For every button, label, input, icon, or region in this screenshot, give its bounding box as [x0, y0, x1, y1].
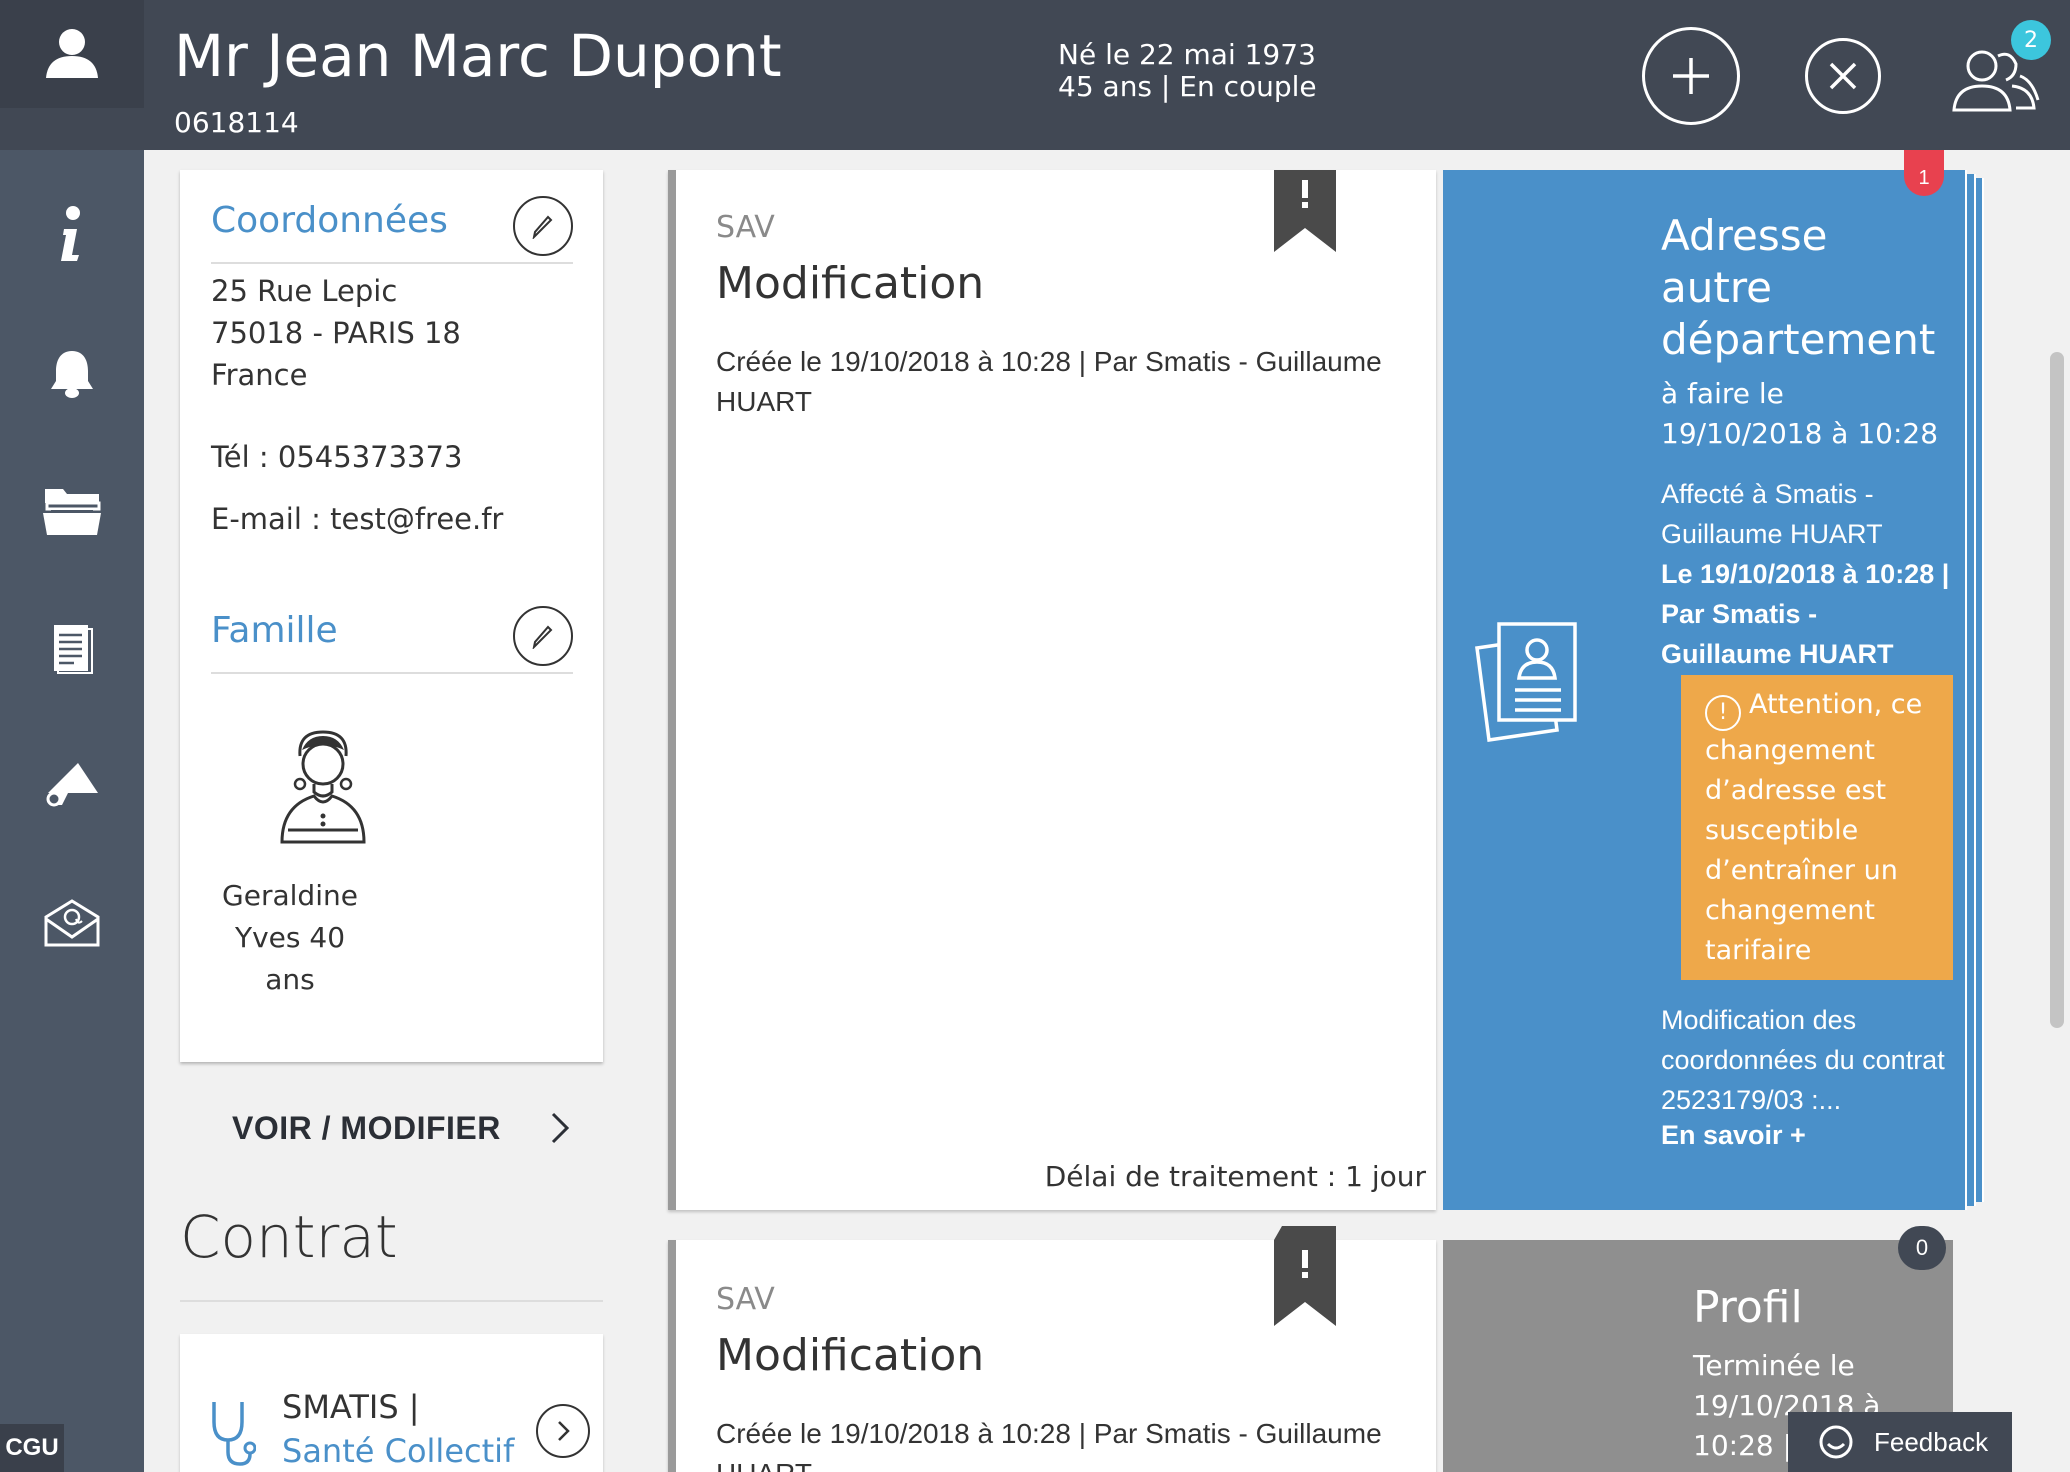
voir-modifier-label: VOIR / MODIFIER — [232, 1109, 501, 1146]
divider — [211, 672, 573, 674]
address-street: 25 Rue Lepic — [211, 274, 398, 308]
megaphone-icon[interactable] — [32, 745, 112, 825]
sidebar — [0, 150, 144, 1472]
family-member-avatar-icon[interactable] — [278, 726, 368, 846]
edit-famille-button[interactable] — [513, 606, 573, 666]
voir-modifier-link[interactable]: VOIR / MODIFIER — [232, 1103, 612, 1153]
chevron-right-icon — [558, 1421, 570, 1441]
stack-edge — [1953, 170, 1967, 1210]
task-card[interactable]: SAV Modification Créée le 19/10/2018 à 1… — [668, 170, 1436, 1210]
famille-title: Famille — [211, 610, 338, 651]
task-title: Modification — [716, 1330, 985, 1381]
coordonnees-title: Coordonnées — [211, 200, 448, 241]
birth-date: Né le 22 mai 1973 — [1058, 38, 1316, 71]
cgu-button[interactable]: CGU — [0, 1424, 64, 1472]
notification-badge: 2 — [2011, 20, 2051, 60]
contact-card: Coordonnées 25 Rue Lepic 75018 - PARIS 1… — [180, 170, 603, 1062]
count-badge: 0 — [1898, 1226, 1946, 1270]
pencil-icon — [532, 215, 553, 239]
contract-product: Santé Collectif — [282, 1432, 515, 1470]
divider — [211, 262, 573, 264]
top-header: Mr Jean Marc Dupont 0618114 Né le 22 mai… — [0, 0, 2070, 150]
address-country: France — [211, 358, 308, 392]
family-member-name: Yves 40 — [234, 921, 346, 954]
add-button[interactable] — [1642, 27, 1740, 125]
pencil-icon — [532, 625, 553, 649]
document-icon[interactable] — [32, 608, 112, 688]
email-address: E-mail : test@free.fr — [211, 502, 504, 536]
contract-card[interactable]: SMATIS | Santé Collectif — [180, 1334, 603, 1472]
feedback-label: Feedback — [1874, 1426, 1989, 1457]
warning-box: ! Attention, ce changement d’adresse est … — [1681, 675, 1953, 980]
bookmark-icon — [1274, 1226, 1336, 1326]
action-description: Modification des coordonnées du contrat … — [1661, 1005, 1945, 1115]
patient-name: Mr Jean Marc Dupont — [174, 22, 782, 90]
stethoscope-icon — [212, 1402, 256, 1466]
info-icon[interactable] — [32, 195, 112, 275]
task-delay: Délai de traitement : 1 jour — [1044, 1160, 1426, 1193]
folders-icon[interactable] — [32, 470, 112, 550]
family-member-age: ans — [265, 963, 315, 996]
address-city: 75018 - PARIS 18 — [211, 316, 461, 350]
plus-icon — [1673, 58, 1709, 94]
edit-coordonnees-button[interactable] — [513, 196, 573, 256]
count-badge: 1 — [1904, 150, 1944, 196]
warning-text: Attention, ce changement d’adresse est s… — [1705, 689, 1923, 966]
contract-insurer: SMATIS | — [282, 1388, 420, 1426]
bookmark-icon — [1274, 170, 1336, 252]
action-author: Le 19/10/2018 à 10:28 | Par Smatis - Gui… — [1661, 559, 1950, 669]
action-due-date: à faire le 19/10/2018 à 10:28 — [1661, 377, 1939, 450]
action-panel[interactable]: Adresse autre département à faire le 19/… — [1443, 170, 1953, 1210]
task-kind: SAV — [716, 1282, 775, 1317]
feedback-icon — [1819, 1425, 1853, 1459]
age-status: 45 ans | En couple — [1058, 70, 1317, 103]
phone-number: Tél : 0545373373 — [211, 440, 463, 474]
task-kind: SAV — [716, 210, 775, 245]
close-icon — [1829, 62, 1857, 90]
close-button[interactable] — [1805, 38, 1881, 114]
scrollbar[interactable] — [2050, 352, 2064, 1028]
en-savoir-plus-link[interactable]: En savoir + — [1661, 1120, 1806, 1151]
patient-id: 0618114 — [174, 106, 299, 139]
mail-icon[interactable] — [32, 883, 112, 963]
feedback-button[interactable]: Feedback — [1788, 1412, 2012, 1472]
family-member-name: Geraldine — [222, 879, 358, 912]
profile-title: Profil — [1693, 1282, 1803, 1333]
divider — [180, 1300, 603, 1302]
user-icon[interactable] — [0, 0, 144, 108]
id-document-icon — [1471, 620, 1581, 750]
task-meta: Créée le 19/10/2018 à 10:28 | Par Smatis… — [716, 346, 1382, 417]
contract-open-button[interactable] — [536, 1404, 590, 1458]
task-meta: Créée le 19/10/2018 à 10:28 | Par Smatis… — [716, 1418, 1382, 1472]
contrat-title: Contrat — [180, 1203, 398, 1271]
chevron-right-icon — [551, 1112, 569, 1144]
alert-icon: ! — [1705, 695, 1741, 731]
task-title: Modification — [716, 258, 985, 309]
action-title: Adresse autre département — [1661, 211, 1936, 364]
bell-icon[interactable] — [32, 333, 112, 413]
action-assignee: Affecté à Smatis - Guillaume HUART — [1661, 479, 1883, 549]
